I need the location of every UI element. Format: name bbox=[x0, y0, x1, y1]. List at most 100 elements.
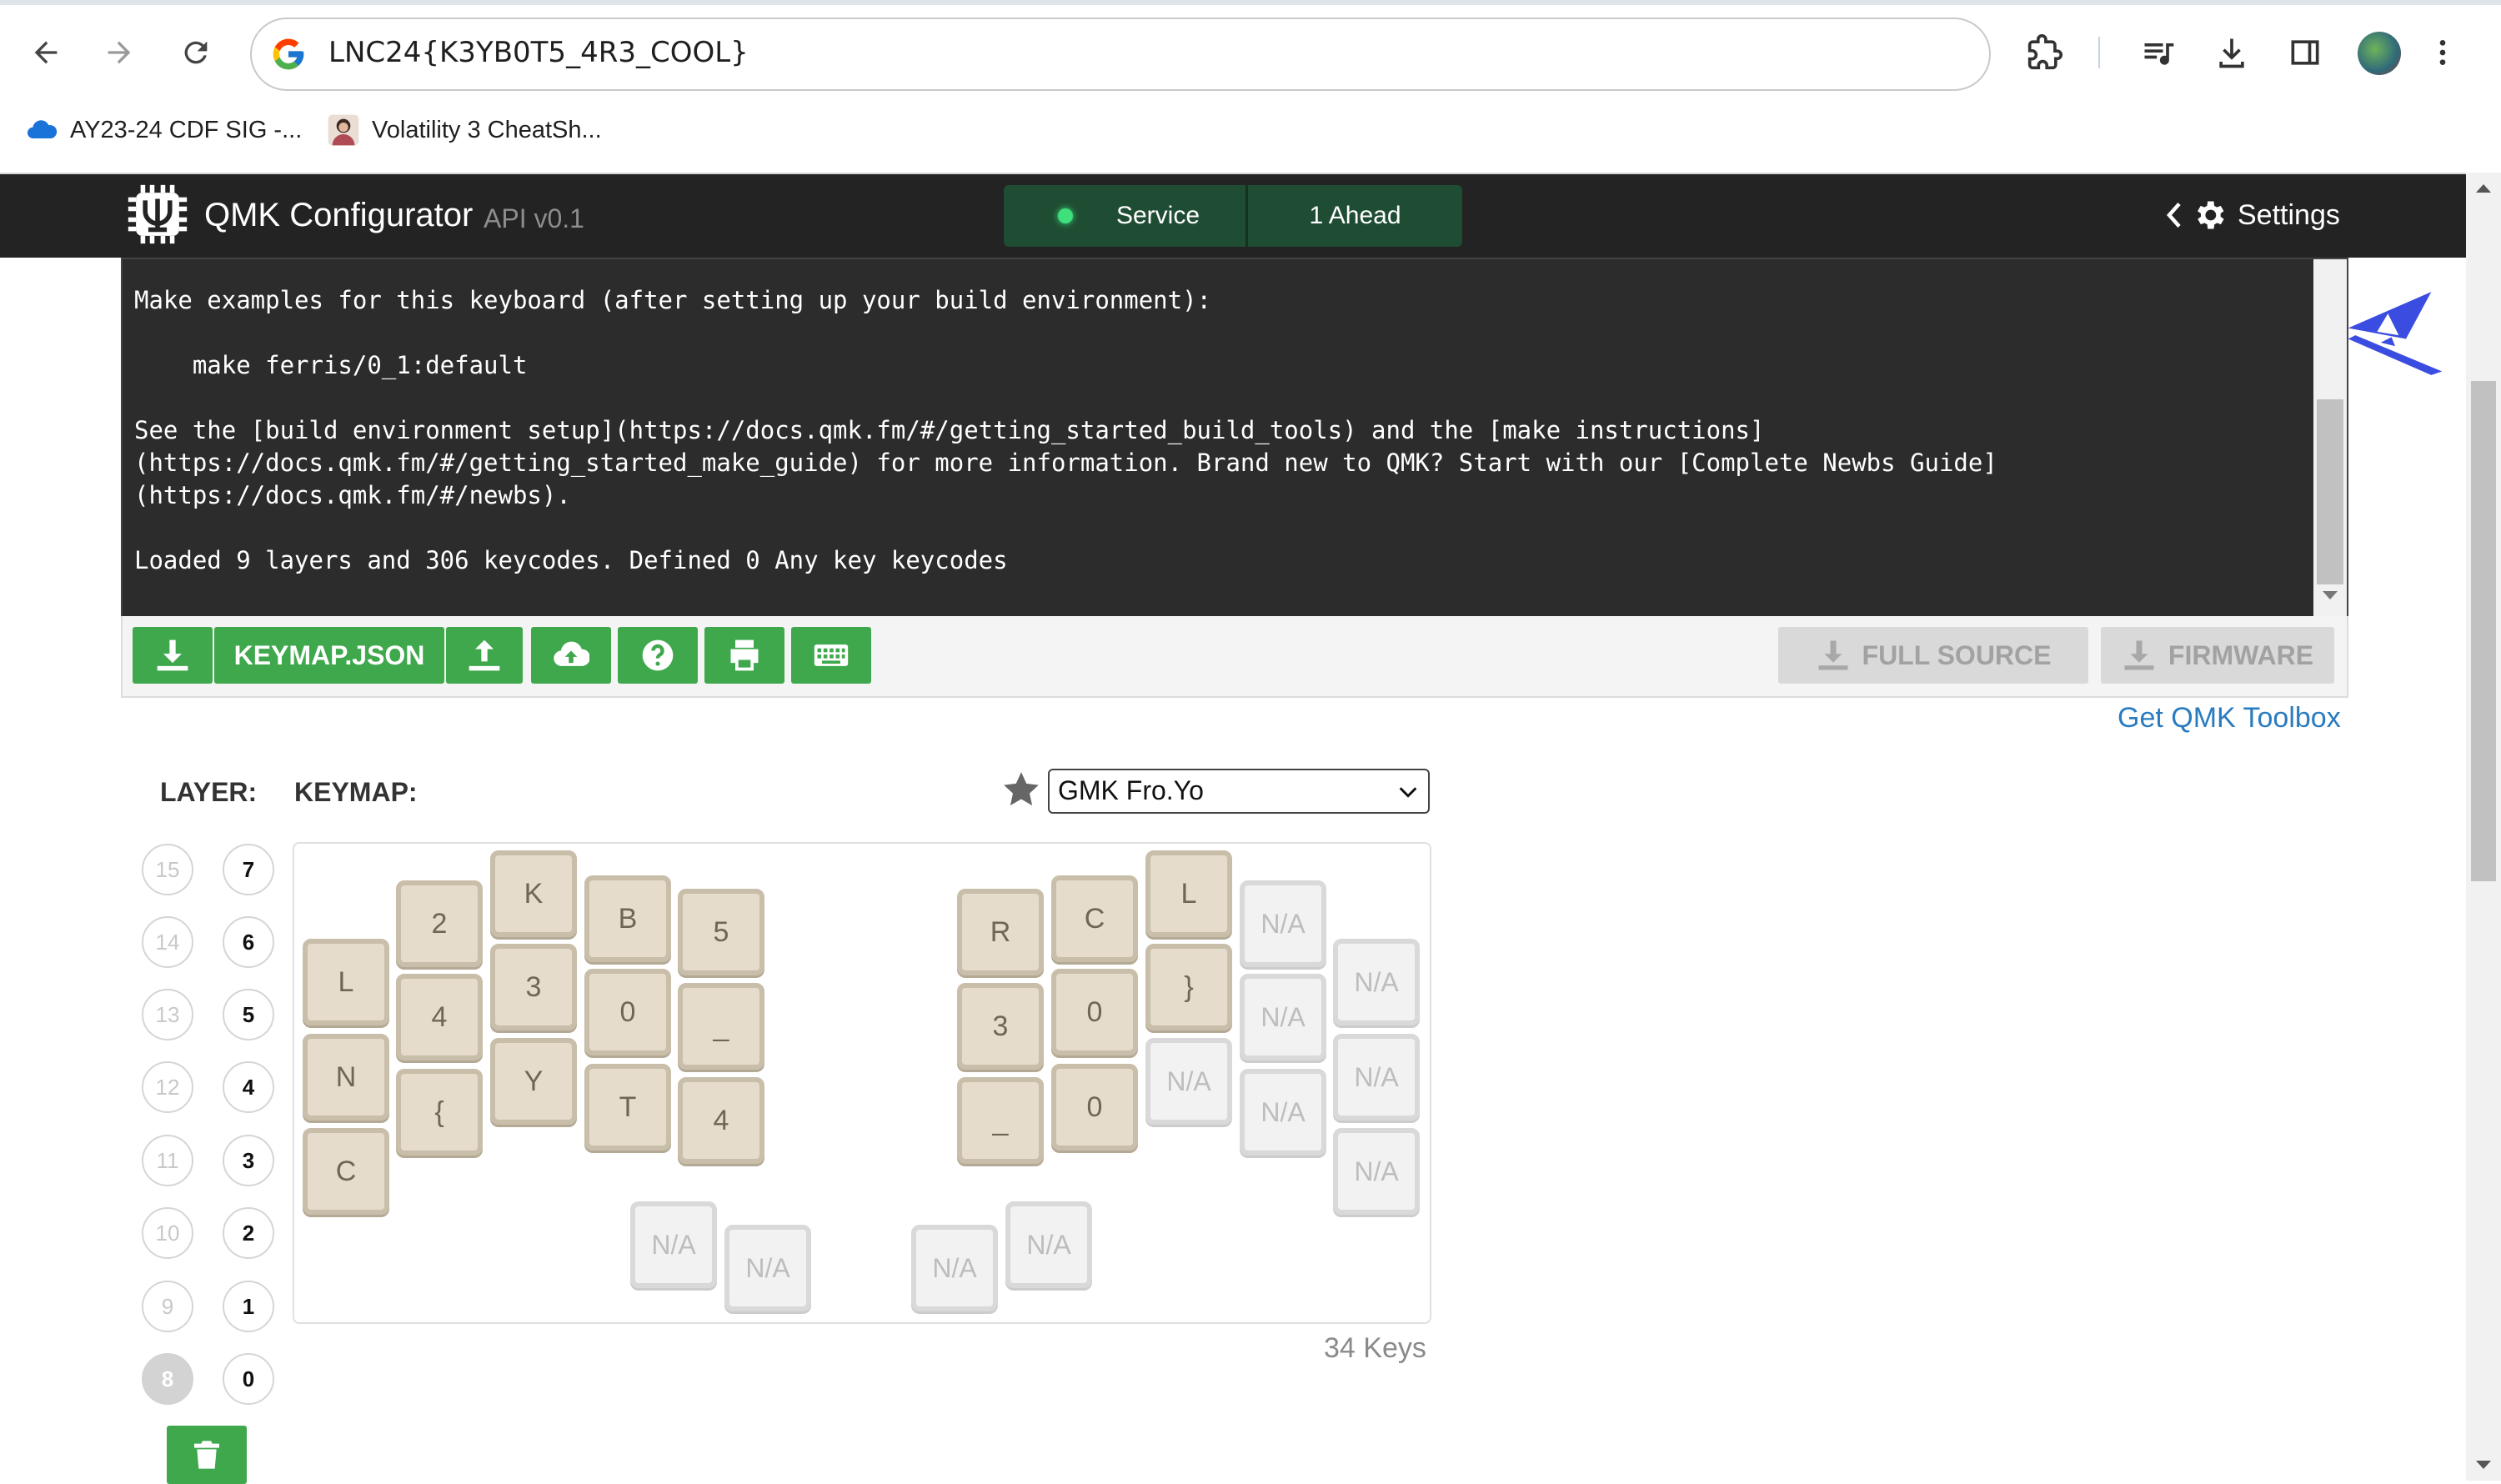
app-title: QMK Configurator bbox=[204, 197, 474, 233]
download-icon bbox=[157, 639, 188, 671]
keycap-unassigned[interactable]: N/A bbox=[1005, 1201, 1092, 1288]
keycap[interactable]: _ bbox=[678, 983, 764, 1070]
downloads-button[interactable] bbox=[2204, 25, 2259, 80]
scrollbar-thumb[interactable] bbox=[2317, 399, 2343, 584]
layer-button[interactable]: 2 bbox=[223, 1207, 274, 1259]
bookmark-item[interactable]: AY23-24 CDF SIG -... bbox=[25, 108, 302, 152]
help-button[interactable] bbox=[618, 627, 698, 684]
print-button[interactable] bbox=[704, 627, 784, 684]
cloud-upload-button[interactable] bbox=[531, 627, 611, 684]
keycap-unassigned[interactable]: N/A bbox=[1333, 1128, 1420, 1215]
keycap[interactable]: 0 bbox=[584, 969, 671, 1055]
console-line: (https://docs.qmk.fm/#/getting_started_m… bbox=[134, 449, 1997, 477]
tab-strip-edge bbox=[0, 0, 2501, 5]
keycap[interactable]: L bbox=[1145, 850, 1232, 937]
forward-button[interactable] bbox=[90, 23, 148, 82]
printer-icon bbox=[730, 639, 759, 671]
scrollbar-thumb[interactable] bbox=[2471, 381, 2496, 881]
full-source-button[interactable]: FULL SOURCE bbox=[1778, 627, 2088, 684]
trash-icon bbox=[194, 1441, 219, 1469]
bookmark-label: AY23-24 CDF SIG -... bbox=[70, 116, 303, 143]
keycap[interactable]: L bbox=[303, 939, 389, 1025]
scroll-down-arrow[interactable] bbox=[2323, 591, 2338, 599]
upload-keymap-button[interactable] bbox=[446, 627, 523, 684]
toolbar-divider bbox=[2098, 37, 2100, 68]
layer-button[interactable]: 4 bbox=[223, 1061, 274, 1113]
download-icon bbox=[1818, 640, 1848, 670]
console-line: (https://docs.qmk.fm/#/newbs). bbox=[134, 481, 571, 509]
keycap[interactable]: 0 bbox=[1051, 969, 1138, 1055]
settings-button[interactable]: Settings bbox=[2163, 197, 2340, 233]
layer-button[interactable]: 14 bbox=[142, 916, 193, 968]
wizard-hat-icon[interactable] bbox=[2341, 288, 2449, 379]
side-panel-icon bbox=[2291, 40, 2319, 65]
layer-button[interactable]: 9 bbox=[142, 1281, 193, 1332]
page-scrollbar[interactable] bbox=[2466, 173, 2501, 1481]
console-output[interactable]: Make examples for this keyboard (after s… bbox=[121, 258, 2348, 619]
side-panel-button[interactable] bbox=[2278, 25, 2333, 80]
layer-button[interactable]: 5 bbox=[223, 989, 274, 1040]
reload-button[interactable] bbox=[167, 23, 225, 82]
keycap-unassigned[interactable]: N/A bbox=[1145, 1038, 1232, 1125]
keycap[interactable]: 3 bbox=[957, 983, 1044, 1070]
layer-button[interactable]: 6 bbox=[223, 916, 274, 968]
keymap-json-button[interactable]: KEYMAP.JSON bbox=[214, 627, 444, 684]
keycap[interactable]: 0 bbox=[1051, 1064, 1138, 1151]
keycap-unassigned[interactable]: N/A bbox=[1240, 880, 1326, 967]
keycap-unassigned[interactable]: N/A bbox=[724, 1225, 811, 1311]
keycap[interactable]: C bbox=[303, 1128, 389, 1215]
layer-button[interactable]: 15 bbox=[142, 844, 193, 895]
keycap[interactable]: { bbox=[396, 1069, 483, 1156]
keycap[interactable]: Y bbox=[490, 1038, 577, 1125]
service-status-item: Service bbox=[1004, 185, 1245, 247]
media-control-button[interactable] bbox=[2131, 25, 2186, 80]
keycap[interactable]: N bbox=[303, 1034, 389, 1121]
layer-button[interactable]: 0 bbox=[223, 1353, 274, 1405]
keycap-unassigned[interactable]: N/A bbox=[630, 1201, 717, 1288]
layer-button[interactable]: 12 bbox=[142, 1061, 193, 1113]
keycap[interactable]: _ bbox=[957, 1077, 1044, 1164]
keymap-json-label: KEYMAP.JSON bbox=[233, 639, 425, 670]
keycap-unassigned[interactable]: N/A bbox=[1333, 939, 1420, 1025]
test-keyboard-button[interactable] bbox=[791, 627, 871, 684]
keycap[interactable]: R bbox=[957, 889, 1044, 975]
keycap[interactable]: C bbox=[1051, 875, 1138, 962]
keycap[interactable]: K bbox=[490, 850, 577, 937]
qmk-toolbox-link[interactable]: Get QMK Toolbox bbox=[2118, 702, 2341, 734]
keycap-unassigned[interactable]: N/A bbox=[1240, 1069, 1326, 1156]
keycap[interactable]: } bbox=[1145, 944, 1232, 1030]
keycap[interactable]: T bbox=[584, 1064, 671, 1151]
scroll-down-arrow[interactable] bbox=[2476, 1461, 2491, 1469]
keycap-unassigned[interactable]: N/A bbox=[911, 1225, 998, 1311]
bookmark-item[interactable]: Volatility 3 CheatSh... bbox=[327, 108, 602, 152]
keycap-theme-select[interactable]: GMK Fro.Yo bbox=[1048, 769, 1430, 814]
layer-button[interactable]: 7 bbox=[223, 844, 274, 895]
extensions-button[interactable] bbox=[2017, 25, 2072, 80]
layer-button[interactable]: 13 bbox=[142, 989, 193, 1040]
keycap[interactable]: 4 bbox=[678, 1077, 764, 1164]
back-button[interactable] bbox=[17, 23, 75, 82]
clear-layer-button[interactable] bbox=[167, 1426, 247, 1484]
url-text: LNC24{K3YB0T5_4R3_COOL} bbox=[328, 36, 749, 69]
keycap-unassigned[interactable]: N/A bbox=[1240, 974, 1326, 1060]
keycap[interactable]: 3 bbox=[490, 944, 577, 1030]
layer-button[interactable]: 3 bbox=[223, 1135, 274, 1186]
layer-button[interactable]: 11 bbox=[142, 1135, 193, 1186]
scroll-up-arrow[interactable] bbox=[2476, 184, 2491, 193]
keycap[interactable]: 4 bbox=[396, 974, 483, 1060]
layer-button-selected[interactable]: 8 bbox=[142, 1353, 193, 1405]
layer-button[interactable]: 10 bbox=[142, 1207, 193, 1259]
profile-avatar[interactable] bbox=[2358, 32, 2401, 75]
keycap[interactable]: 5 bbox=[678, 889, 764, 975]
layer-button[interactable]: 1 bbox=[223, 1281, 274, 1332]
star-icon[interactable] bbox=[1000, 769, 1042, 810]
download-keymap-button[interactable] bbox=[133, 627, 213, 684]
address-bar[interactable]: LNC24{K3YB0T5_4R3_COOL} bbox=[250, 18, 1991, 91]
theme-value: GMK Fro.Yo bbox=[1058, 775, 1204, 805]
keycap[interactable]: 2 bbox=[396, 880, 483, 967]
keycap-unassigned[interactable]: N/A bbox=[1333, 1034, 1420, 1121]
keycap[interactable]: B bbox=[584, 875, 671, 962]
browser-menu-button[interactable] bbox=[2426, 25, 2459, 80]
firmware-button[interactable]: FIRMWARE bbox=[2101, 627, 2334, 684]
